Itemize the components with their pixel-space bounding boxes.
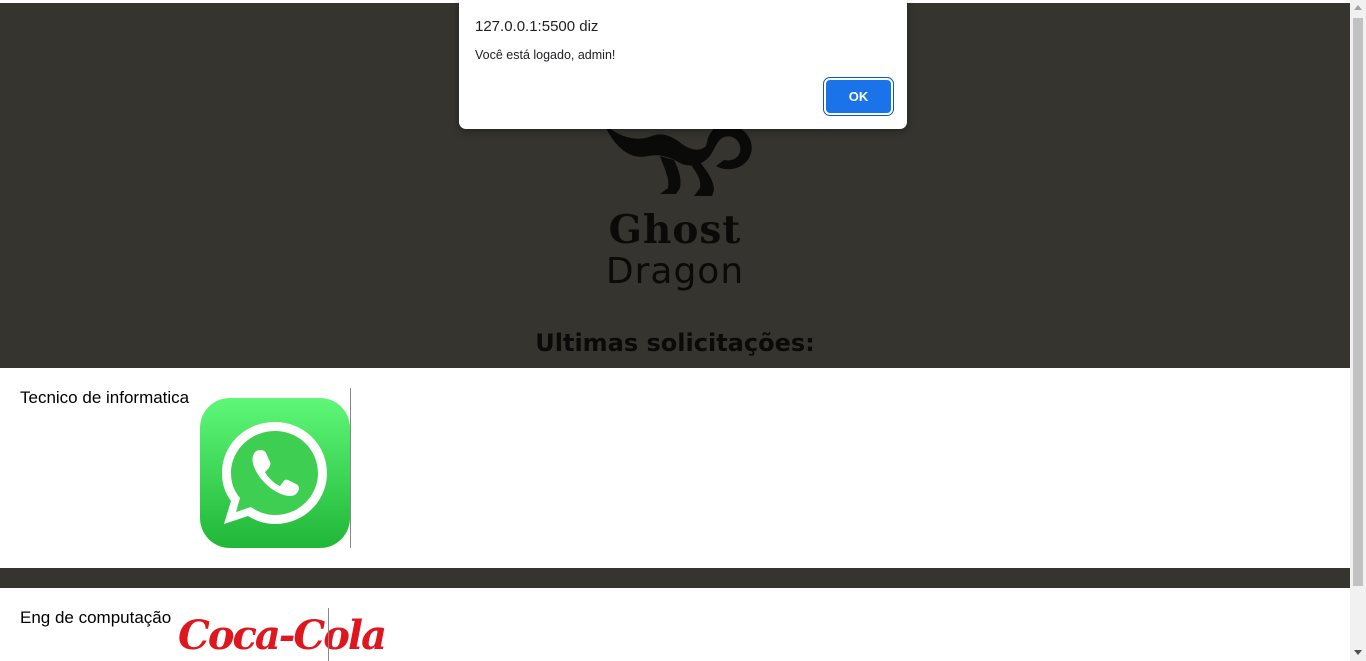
- brand-name-ghost: Ghost: [608, 207, 742, 253]
- scroll-up-arrow-icon[interactable]: [1354, 5, 1362, 10]
- request-title: Tecnico de informatica: [20, 388, 190, 407]
- logo-divider: [328, 608, 329, 661]
- alert-message: Você está logado, admin!: [475, 48, 616, 62]
- brand-name-dragon: Dragon: [605, 251, 745, 292]
- scroll-thumb[interactable]: [1353, 18, 1363, 586]
- section-title: Ultimas solicitações:: [535, 329, 815, 357]
- coca-cola-wordmark: Coca-Cola: [178, 612, 387, 659]
- whatsapp-logo-icon[interactable]: [200, 398, 350, 548]
- vertical-scrollbar[interactable]: [1350, 0, 1366, 661]
- alert-dialog: 127.0.0.1:5500 diz Você está logado, adm…: [459, 0, 907, 129]
- logo-divider: [350, 388, 351, 548]
- request-card[interactable]: Eng de computação Coca-Cola: [0, 588, 1350, 661]
- ok-button[interactable]: OK: [826, 80, 891, 113]
- coca-cola-logo-icon[interactable]: Coca-Cola: [178, 612, 387, 661]
- alert-origin: 127.0.0.1:5500 diz: [475, 18, 599, 35]
- section-divider: [0, 568, 1350, 588]
- request-card[interactable]: Tecnico de informatica: [0, 368, 1350, 568]
- request-title: Eng de computação: [20, 608, 172, 627]
- scroll-down-arrow-icon[interactable]: [1354, 650, 1362, 655]
